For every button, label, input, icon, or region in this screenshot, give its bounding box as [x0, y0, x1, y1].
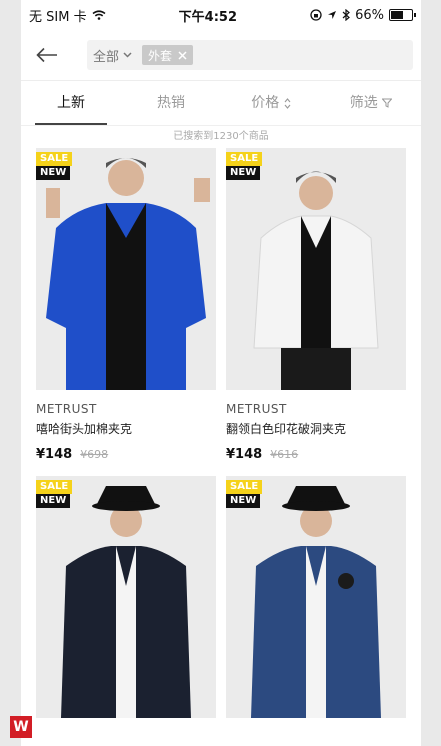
sale-badge: SALE	[36, 480, 73, 494]
original-price: ¥698	[80, 448, 109, 461]
sale-badge: SALE	[226, 480, 263, 494]
product-image[interactable]: SALE NEW	[36, 476, 216, 718]
product-card[interactable]: SALE NEW METRUST 嘻哈街头加棉夹克 ¥148 ¥698	[36, 148, 216, 462]
product-brand: METRUST	[36, 402, 97, 416]
location-icon	[328, 11, 337, 19]
arrow-left-icon	[36, 47, 57, 63]
chip-label: 外套	[148, 48, 173, 63]
active-tab-indicator	[35, 123, 107, 125]
battery-icon	[388, 9, 416, 21]
back-button[interactable]	[29, 37, 65, 73]
result-count: 已搜索到1230个商品	[173, 131, 269, 142]
wifi-icon	[92, 10, 106, 20]
search-header: 全部 外套	[21, 30, 421, 81]
tab-price[interactable]: 价格	[221, 81, 321, 125]
sort-arrows-icon	[284, 97, 291, 109]
tab-label: 筛选	[349, 95, 378, 111]
tab-hot[interactable]: 热销	[121, 81, 221, 125]
category-dropdown[interactable]: 全部	[93, 46, 132, 65]
product-image[interactable]: SALE NEW	[226, 148, 406, 390]
new-badge: NEW	[36, 166, 71, 180]
tab-label: 热销	[157, 95, 185, 111]
status-bar: 无 SIM 卡 下午4:52 66%	[21, 0, 421, 30]
sale-badge: SALE	[36, 152, 73, 166]
sort-tabs: 上新 热销 价格 筛选	[21, 81, 421, 126]
model-photo	[36, 148, 216, 390]
search-box[interactable]: 全部 外套	[87, 40, 413, 70]
carrier-label: 无 SIM 卡	[29, 9, 87, 25]
clock: 下午4:52	[178, 9, 237, 25]
watermark: W 王氏教育集团	[10, 716, 90, 738]
filter-icon	[381, 98, 393, 108]
lock-rotation-icon	[310, 9, 322, 21]
product-name[interactable]: 嘻哈街头加棉夹克	[36, 420, 216, 437]
product-brand: METRUST	[226, 402, 287, 416]
bluetooth-icon	[342, 9, 350, 21]
tab-label: 价格	[251, 95, 280, 111]
product-price: ¥148	[226, 447, 263, 462]
product-image[interactable]: SALE NEW	[226, 476, 406, 718]
model-photo	[226, 476, 406, 718]
category-label: 全部	[93, 49, 120, 65]
watermark-logo: W	[10, 716, 32, 738]
battery-percent: 66%	[355, 7, 384, 23]
product-image[interactable]: SALE NEW	[36, 148, 216, 390]
product-card[interactable]: SALE NEW	[226, 476, 406, 718]
original-price: ¥616	[270, 448, 299, 461]
search-chip[interactable]: 外套	[142, 45, 194, 65]
tab-newest[interactable]: 上新	[21, 81, 121, 125]
product-price: ¥148	[36, 447, 73, 462]
close-icon[interactable]	[178, 50, 187, 60]
watermark-text: 王氏教育集团	[36, 723, 91, 734]
product-grid: SALE NEW METRUST 嘻哈街头加棉夹克 ¥148 ¥698 SALE…	[21, 148, 421, 732]
sale-badge: SALE	[226, 152, 263, 166]
product-card[interactable]: SALE NEW METRUST 翻领白色印花破洞夹克 ¥148 ¥616	[226, 148, 406, 462]
product-card[interactable]: SALE NEW	[36, 476, 216, 718]
new-badge: NEW	[226, 166, 261, 180]
new-badge: NEW	[226, 494, 261, 508]
new-badge: NEW	[36, 494, 71, 508]
phone-screen: 无 SIM 卡 下午4:52 66% 全部 外套 上新 热销 价格 筛选 已搜索…	[21, 0, 421, 746]
model-photo	[226, 148, 406, 390]
chevron-down-icon	[123, 52, 132, 58]
tab-filter[interactable]: 筛选	[321, 81, 421, 125]
model-photo	[36, 476, 216, 718]
tab-label: 上新	[57, 95, 85, 111]
product-name[interactable]: 翻领白色印花破洞夹克	[226, 420, 406, 437]
